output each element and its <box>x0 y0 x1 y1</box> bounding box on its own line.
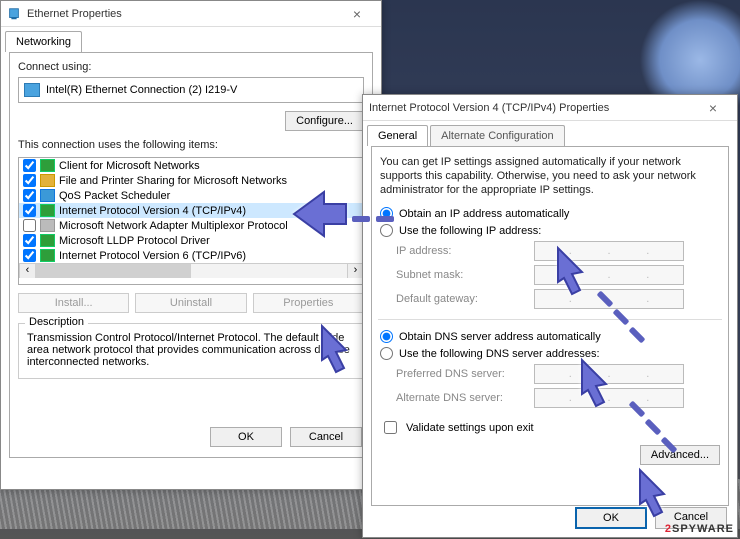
tutorial-dash <box>376 216 394 222</box>
item-checkbox[interactable] <box>23 189 36 202</box>
separator <box>378 319 722 320</box>
configure-button[interactable]: Configure... <box>285 111 364 131</box>
intro-text: You can get IP settings assigned automat… <box>380 155 720 197</box>
protocol-icon <box>40 249 55 262</box>
item-checkbox[interactable] <box>23 219 36 232</box>
ip-address-label: IP address: <box>396 245 526 257</box>
radio-label: Use the following IP address: <box>399 225 541 237</box>
item-label: Microsoft Network Adapter Multiplexor Pr… <box>59 220 288 232</box>
item-label: Internet Protocol Version 4 (TCP/IPv4) <box>59 205 246 217</box>
ethernet-properties-window: Ethernet Properties × Networking Connect… <box>0 0 382 490</box>
network-items-list[interactable]: Client for Microsoft Networks File and Pr… <box>18 157 364 285</box>
window-title: Internet Protocol Version 4 (TCP/IPv4) P… <box>369 102 695 114</box>
alternate-dns-label: Alternate DNS server: <box>396 392 526 404</box>
uninstall-button[interactable]: Uninstall <box>135 293 246 313</box>
networking-tab-body: Connect using: Intel(R) Ethernet Connect… <box>9 52 373 458</box>
protocol-icon <box>40 189 55 202</box>
list-item[interactable]: Microsoft LLDP Protocol Driver <box>19 233 363 248</box>
item-label: Internet Protocol Version 6 (TCP/IPv6) <box>59 250 246 262</box>
protocol-icon <box>40 219 55 232</box>
ipv4-properties-window: Internet Protocol Version 4 (TCP/IPv4) P… <box>362 94 738 538</box>
tab-networking[interactable]: Networking <box>5 31 82 52</box>
nic-icon <box>24 83 40 97</box>
preferred-dns-label: Preferred DNS server: <box>396 368 526 380</box>
ok-button[interactable]: OK <box>210 427 282 447</box>
advanced-button[interactable]: Advanced... <box>640 445 720 465</box>
radio-input[interactable] <box>380 224 393 237</box>
alternate-dns-input[interactable]: ... <box>534 388 684 408</box>
tab-general[interactable]: General <box>367 125 428 146</box>
connect-using-label: Connect using: <box>18 61 364 73</box>
adapter-box[interactable]: Intel(R) Ethernet Connection (2) I219-V <box>18 77 364 103</box>
radio-obtain-ip-auto[interactable]: Obtain an IP address automatically <box>380 207 720 220</box>
items-label: This connection uses the following items… <box>18 139 364 151</box>
radio-use-following-ip[interactable]: Use the following IP address: <box>380 224 720 237</box>
item-checkbox[interactable] <box>23 174 36 187</box>
install-button[interactable]: Install... <box>18 293 129 313</box>
list-item[interactable]: Client for Microsoft Networks <box>19 158 363 173</box>
item-checkbox[interactable] <box>23 234 36 247</box>
tabstrip: Networking <box>5 31 377 52</box>
list-item[interactable]: Microsoft Network Adapter Multiplexor Pr… <box>19 218 363 233</box>
radio-use-following-dns[interactable]: Use the following DNS server addresses: <box>380 347 720 360</box>
scroll-right-icon[interactable]: › <box>347 264 363 278</box>
item-checkbox[interactable] <box>23 159 36 172</box>
titlebar[interactable]: Ethernet Properties × <box>1 1 381 27</box>
description-legend: Description <box>25 316 88 328</box>
item-label: File and Printer Sharing for Microsoft N… <box>59 175 287 187</box>
radio-label: Obtain DNS server address automatically <box>399 331 601 343</box>
ethernet-icon <box>7 7 21 21</box>
list-item[interactable]: File and Printer Sharing for Microsoft N… <box>19 173 363 188</box>
tutorial-dash <box>352 216 370 222</box>
preferred-dns-input[interactable]: ... <box>534 364 684 384</box>
validate-checkbox[interactable] <box>384 421 397 434</box>
list-item[interactable]: QoS Packet Scheduler <box>19 188 363 203</box>
subnet-mask-label: Subnet mask: <box>396 269 526 281</box>
item-checkbox[interactable] <box>23 249 36 262</box>
close-icon[interactable]: × <box>695 100 731 116</box>
window-title: Ethernet Properties <box>27 8 339 20</box>
validate-checkbox-row[interactable]: Validate settings upon exit <box>380 418 720 437</box>
radio-obtain-dns-auto[interactable]: Obtain DNS server address automatically <box>380 330 720 343</box>
validate-label: Validate settings upon exit <box>406 422 534 434</box>
tabstrip: General Alternate Configuration <box>367 125 733 146</box>
list-item[interactable]: Internet Protocol Version 6 (TCP/IPv6) <box>19 248 363 263</box>
ok-button[interactable]: OK <box>575 507 647 529</box>
description-group: Description Transmission Control Protoco… <box>18 323 364 379</box>
default-gateway-label: Default gateway: <box>396 293 526 305</box>
scroll-track[interactable] <box>35 264 347 278</box>
radio-input[interactable] <box>380 347 393 360</box>
radio-label: Obtain an IP address automatically <box>399 208 569 220</box>
ip-address-input[interactable]: ... <box>534 241 684 261</box>
properties-button[interactable]: Properties <box>253 293 364 313</box>
cancel-button[interactable]: Cancel <box>290 427 362 447</box>
scroll-left-icon[interactable]: ‹ <box>19 264 35 278</box>
horizontal-scrollbar[interactable]: ‹ › <box>19 263 363 278</box>
protocol-icon <box>40 174 55 187</box>
item-checkbox[interactable] <box>23 204 36 217</box>
item-label: QoS Packet Scheduler <box>59 190 170 202</box>
adapter-name: Intel(R) Ethernet Connection (2) I219-V <box>46 84 237 96</box>
close-icon[interactable]: × <box>339 6 375 22</box>
general-tab-body: You can get IP settings assigned automat… <box>371 146 729 506</box>
watermark: 2SPYWARE <box>665 516 734 537</box>
tab-alternate-configuration[interactable]: Alternate Configuration <box>430 125 565 146</box>
protocol-icon <box>40 204 55 217</box>
protocol-icon <box>40 159 55 172</box>
item-label: Client for Microsoft Networks <box>59 160 200 172</box>
item-label: Microsoft LLDP Protocol Driver <box>59 235 210 247</box>
description-text: Transmission Control Protocol/Internet P… <box>27 332 355 368</box>
subnet-mask-input[interactable]: ... <box>534 265 684 285</box>
radio-label: Use the following DNS server addresses: <box>399 348 600 360</box>
protocol-icon <box>40 234 55 247</box>
radio-input[interactable] <box>380 330 393 343</box>
titlebar[interactable]: Internet Protocol Version 4 (TCP/IPv4) P… <box>363 95 737 121</box>
list-item[interactable]: Internet Protocol Version 4 (TCP/IPv4) <box>19 203 363 218</box>
